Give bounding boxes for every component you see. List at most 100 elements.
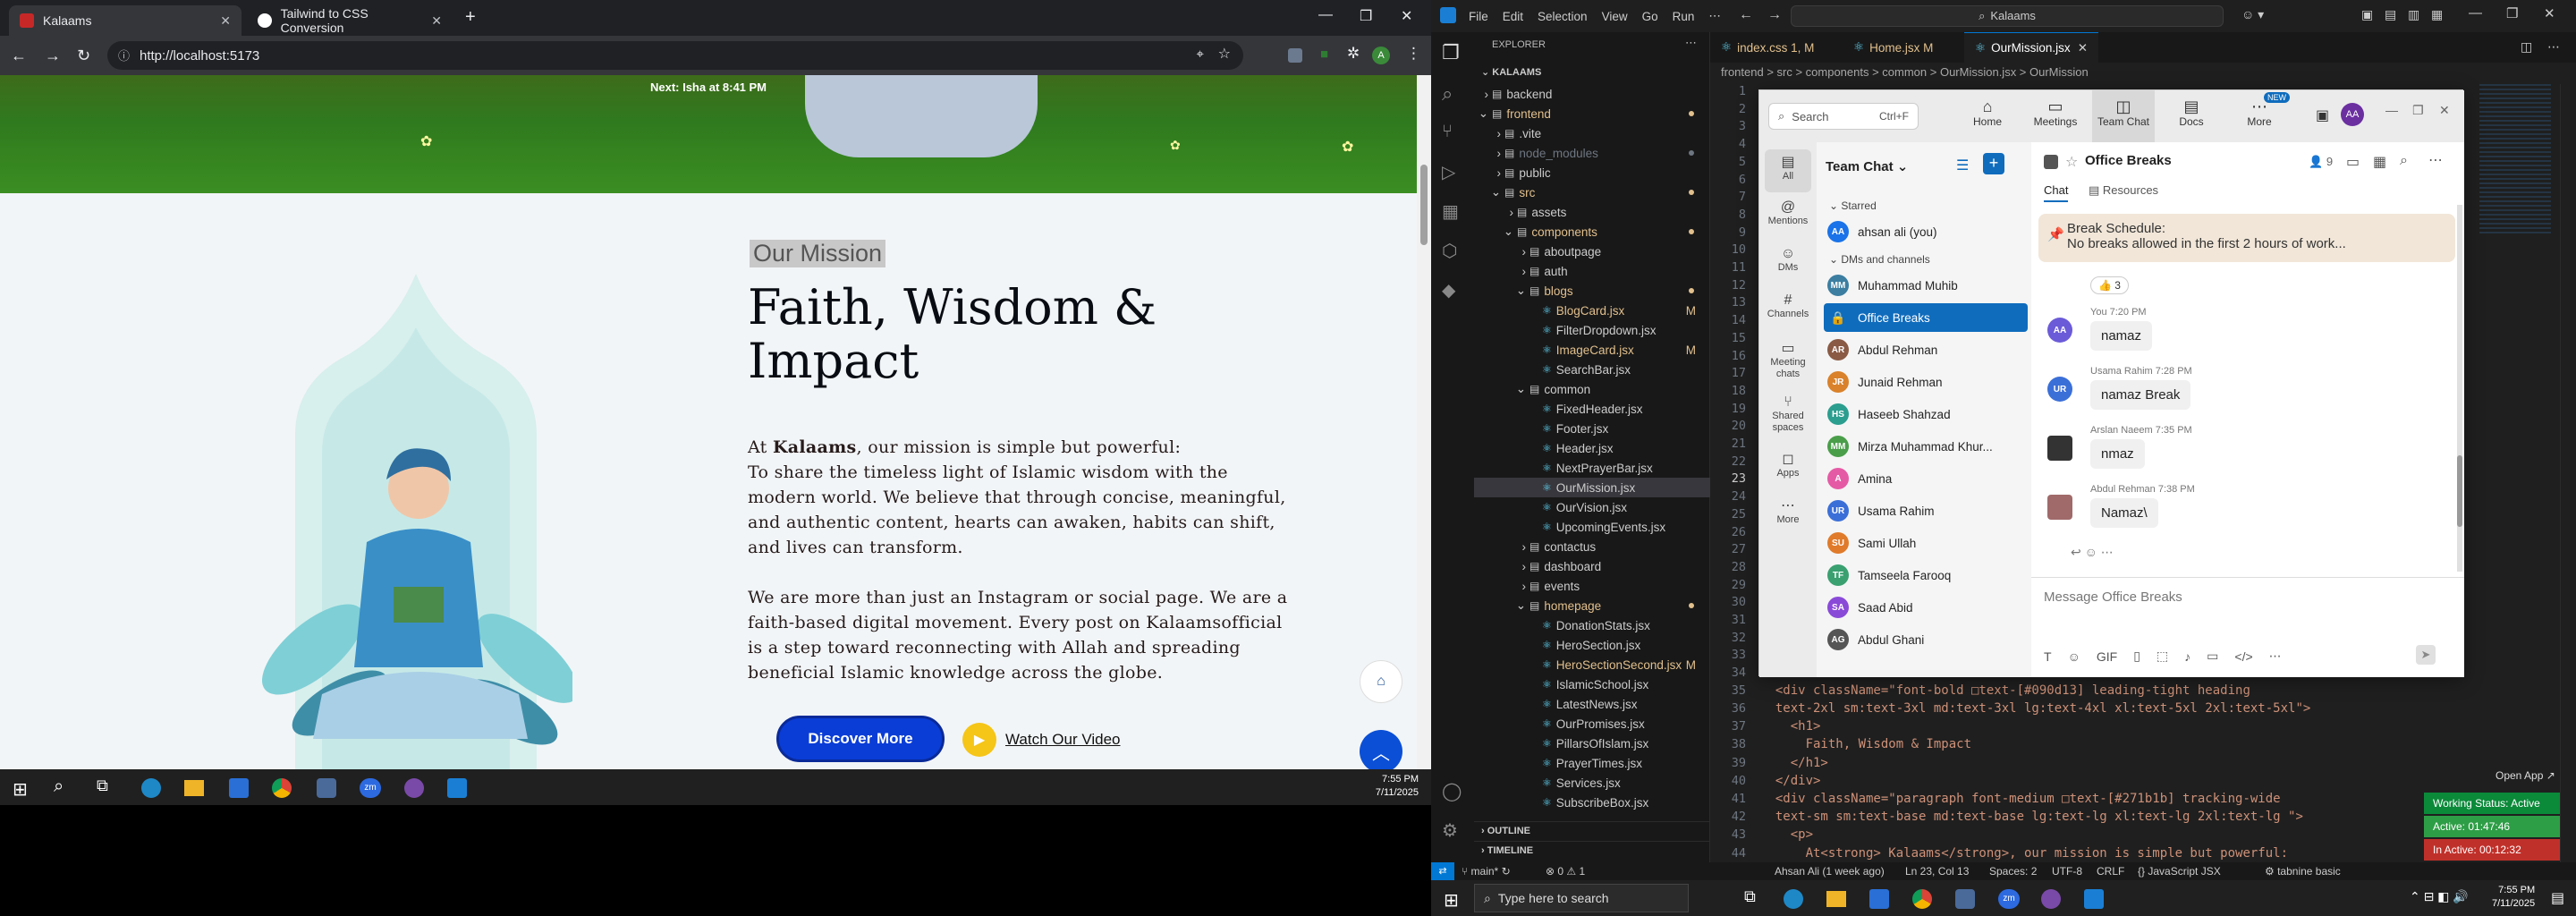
tree-file[interactable]: ⚛ SubscribeBox.jsx: [1474, 793, 1710, 812]
cursor-position[interactable]: Ln 23, Col 13: [1905, 865, 1969, 878]
file-icon[interactable]: ▯: [2133, 649, 2140, 664]
scroll-to-top-button[interactable]: ︿: [1360, 730, 1402, 769]
discover-more-button[interactable]: Discover More: [776, 716, 945, 762]
chat-item[interactable]: UR Usama Rahim: [1824, 496, 2028, 525]
new-tab-icon[interactable]: +: [465, 7, 476, 28]
team-chat-title[interactable]: Team Chat ⌄: [1826, 158, 1908, 174]
tree-file[interactable]: ⚛ BlogCard.jsx M: [1474, 301, 1710, 320]
menu-item[interactable]: Edit: [1503, 10, 1523, 23]
layout-icon[interactable]: ▥: [2408, 7, 2419, 22]
top-nav-item[interactable]: ▭ Meetings: [2024, 90, 2087, 142]
search-icon[interactable]: ⌕: [2400, 153, 2408, 169]
tab-resources[interactable]: ▤ Resources: [2089, 183, 2158, 198]
menu-item[interactable]: File: [1469, 10, 1488, 23]
chat-item[interactable]: A Amina: [1824, 464, 2028, 493]
tree-folder[interactable]: › ▤ aboutpage: [1474, 242, 1710, 261]
more-menu-icon[interactable]: ⋯: [1708, 9, 1721, 23]
problems-indicator[interactable]: ⊗ 0 ⚠ 1: [1546, 865, 1585, 878]
copilot-icon[interactable]: ☺ ▾: [2241, 7, 2264, 22]
search-icon[interactable]: ⌕: [54, 776, 64, 797]
tree-file[interactable]: ⚛ DonationStats.jsx: [1474, 615, 1710, 635]
tree-folder[interactable]: › ▤ .vite: [1474, 123, 1710, 143]
message[interactable]: Arslan Naeem 7:35 PM nmaz: [2044, 425, 2192, 469]
tree-file[interactable]: ⚛ Footer.jsx: [1474, 419, 1710, 438]
editor-scrollbar[interactable]: [2560, 84, 2572, 862]
message[interactable]: AA You 7:20 PM namaz: [2044, 307, 2153, 351]
location-icon[interactable]: ⌖: [1197, 47, 1204, 62]
system-clock[interactable]: 7:55 PM 7/11/2025: [2492, 884, 2535, 911]
close-icon[interactable]: ✕: [220, 13, 231, 29]
rail-item[interactable]: ▭ Meeting chats: [1759, 335, 1817, 387]
layout-icon[interactable]: ▤: [2385, 7, 2396, 22]
tree-folder[interactable]: ⌄ ▤ blogs: [1474, 281, 1710, 301]
message-input[interactable]: Message Office Breaks: [2044, 589, 2182, 605]
watch-video-link[interactable]: ▶ Watch Our Video: [962, 723, 1121, 757]
zoom-icon[interactable]: zm: [360, 778, 381, 798]
filter-icon[interactable]: ☰: [1956, 157, 1969, 174]
tree-folder[interactable]: ⌄ ▤ src: [1474, 182, 1710, 202]
task-view-icon[interactable]: ⧉: [1744, 887, 1756, 906]
file-explorer-icon[interactable]: [184, 780, 204, 796]
top-nav-item[interactable]: ⋯ More NEW: [2228, 90, 2291, 142]
tree-folder[interactable]: › ▤ auth: [1474, 261, 1710, 281]
calendar-icon[interactable]: ▦: [2373, 153, 2386, 171]
tree-folder[interactable]: › ▤ backend: [1474, 84, 1710, 104]
mic-icon[interactable]: ♪: [2184, 649, 2190, 664]
chat-item[interactable]: HS Haseeb Shahzad: [1824, 400, 2028, 428]
tree-file[interactable]: ⚛ Header.jsx: [1474, 438, 1710, 458]
app-icon[interactable]: [317, 778, 336, 798]
source-control-icon[interactable]: ⑂: [1442, 122, 1453, 142]
screen-share-icon[interactable]: ▣: [2316, 106, 2329, 124]
run-debug-icon[interactable]: ▷: [1442, 161, 1455, 183]
windows-start-icon[interactable]: ⊞: [13, 778, 28, 801]
taskbar-search-input[interactable]: ⌕ Type here to search: [1474, 884, 1689, 912]
members-count[interactable]: 👤 9: [2309, 155, 2333, 169]
forward-icon[interactable]: →: [1767, 7, 1782, 23]
bookmark-star-icon[interactable]: ☆: [1218, 45, 1231, 63]
tab-tailwind[interactable]: Tailwind to CSS Conversion ✕: [247, 5, 453, 36]
chat-item[interactable]: AG Abdul Ghani: [1824, 625, 2028, 654]
pinned-message[interactable]: 📌 Break Schedule: No breaks allowed in t…: [2038, 214, 2455, 262]
app-icon[interactable]: [1955, 889, 1975, 909]
chat-item-self[interactable]: AA ahsan ali (you): [1824, 217, 2028, 246]
tree-file[interactable]: ⚛ OurPromises.jsx: [1474, 714, 1710, 734]
close-icon[interactable]: ✕: [2078, 41, 2088, 55]
tree-file[interactable]: ⚛ OurVision.jsx: [1474, 497, 1710, 517]
file-explorer-icon[interactable]: [1826, 891, 1846, 907]
rail-item[interactable]: ▤ All: [1765, 149, 1811, 192]
menu-item[interactable]: View: [1602, 10, 1628, 23]
editor-tab[interactable]: ⚛ OurMission.jsx ✕: [1964, 32, 2098, 63]
github-desktop-icon[interactable]: [404, 778, 424, 798]
remote-indicator-icon[interactable]: ⇄: [1431, 862, 1454, 880]
system-tray-icons[interactable]: ⌃ ⊟ ◧ 🔊: [2410, 889, 2469, 904]
indentation[interactable]: Spaces: 2: [1989, 865, 2037, 878]
more-icon[interactable]: ⋯: [2269, 649, 2282, 664]
gif-button[interactable]: GIF: [2097, 649, 2117, 664]
reaction-badge[interactable]: 👍 3: [2090, 276, 2129, 294]
profile-avatar[interactable]: A: [1372, 47, 1390, 64]
language-mode[interactable]: {} JavaScript JSX: [2138, 865, 2221, 878]
zoom-icon[interactable]: zm: [1998, 889, 2020, 909]
tree-file[interactable]: ⚛ HeroSection.jsx: [1474, 635, 1710, 655]
top-nav-item[interactable]: ◫ Team Chat: [2092, 90, 2155, 142]
rail-item[interactable]: ⑂ Shared spaces: [1759, 391, 1817, 443]
tabnine-status[interactable]: ⚙ tabnine basic: [2265, 865, 2341, 878]
starred-section[interactable]: ⌄ Starred: [1829, 199, 1877, 212]
tree-file[interactable]: ⚛ SearchBar.jsx: [1474, 360, 1710, 379]
scrollbar-thumb[interactable]: [1420, 165, 1428, 245]
vscode-icon[interactable]: [447, 778, 467, 798]
git-blame[interactable]: Ahsan Ali (1 week ago): [1775, 865, 1885, 878]
tree-file[interactable]: ⚛ IslamicSchool.jsx: [1474, 674, 1710, 694]
video-clip-icon[interactable]: ▭: [2207, 649, 2218, 664]
format-icon[interactable]: T: [2044, 649, 2052, 664]
send-button[interactable]: ➤: [2416, 645, 2436, 665]
branch-indicator[interactable]: ⑂ main* ↻: [1462, 865, 1511, 878]
close-window-icon[interactable]: ✕: [1401, 7, 1412, 25]
tree-file[interactable]: ⚛ FilterDropdown.jsx: [1474, 320, 1710, 340]
close-window-icon[interactable]: ✕: [2544, 5, 2555, 21]
tree-file[interactable]: ⚛ NextPrayerBar.jsx: [1474, 458, 1710, 478]
screenshot-icon[interactable]: ⬚: [2157, 649, 2168, 664]
tree-folder[interactable]: ⌄ ▤ components: [1474, 222, 1710, 242]
dms-channels-section[interactable]: ⌄ DMs and channels: [1829, 253, 1930, 266]
search-input[interactable]: ⌕ Search Ctrl+F: [1768, 103, 1919, 130]
